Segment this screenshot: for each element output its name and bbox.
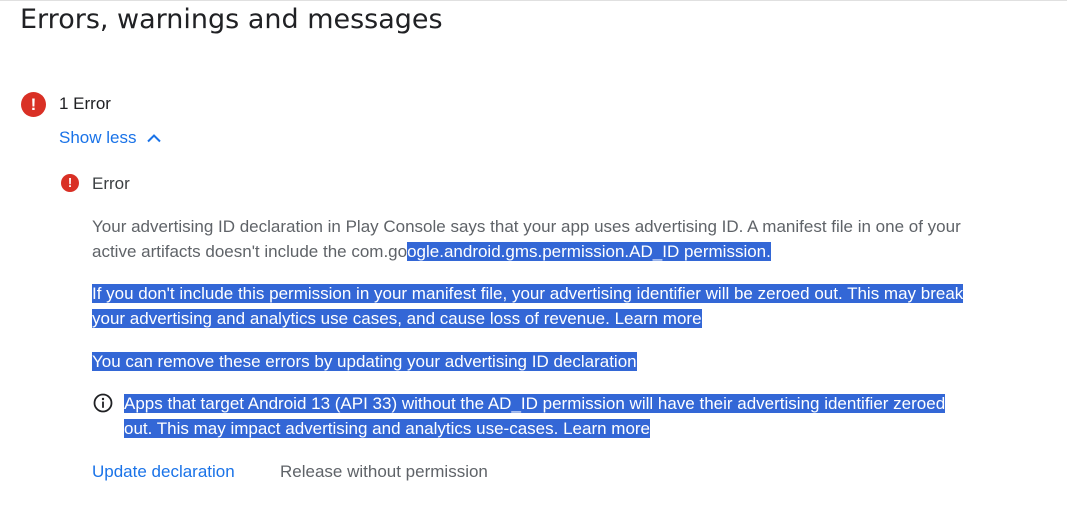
page-title: Errors, warnings and messages — [20, 4, 443, 35]
error-description: Your advertising ID declaration in Play … — [92, 214, 961, 264]
remedy-text: You can remove these errors by updating … — [92, 349, 637, 374]
top-divider — [0, 0, 1067, 1]
update-declaration-button[interactable]: Update declaration — [92, 461, 235, 483]
info-message: Apps that target Android 13 (API 33) wit… — [124, 391, 946, 441]
learn-more-link[interactable]: Learn more — [614, 309, 702, 328]
error-title: Error — [92, 174, 130, 193]
consequence-text: If you don't include this permission in … — [92, 281, 964, 331]
release-without-permission-button[interactable]: Release without permission — [280, 461, 488, 483]
show-less-label: Show less — [59, 128, 137, 147]
remedy-line: You can remove these errors by updating … — [92, 352, 637, 371]
description-line-1: Your advertising ID declaration in Play … — [92, 217, 961, 236]
consequence-line-2: your advertising and analytics use cases… — [92, 309, 610, 328]
consequence-line-1: If you don't include this permission in … — [92, 284, 964, 303]
error-icon: ! — [61, 174, 79, 192]
info-icon — [93, 393, 113, 413]
error-icon: ! — [21, 92, 46, 117]
show-less-toggle[interactable]: Show less — [59, 127, 162, 149]
description-line-2: active artifacts doesn't include the com… — [92, 242, 408, 261]
error-count: 1 Error — [59, 94, 111, 113]
description-line-2-selected: ogle.android.gms.permission.AD_ID permis… — [407, 242, 771, 261]
info-line-2: out. This may impact advertising and ana… — [124, 419, 559, 438]
info-line-1: Apps that target Android 13 (API 33) wit… — [124, 394, 946, 413]
chevron-up-icon — [147, 134, 162, 143]
info-learn-more-link[interactable]: Learn more — [563, 419, 651, 438]
